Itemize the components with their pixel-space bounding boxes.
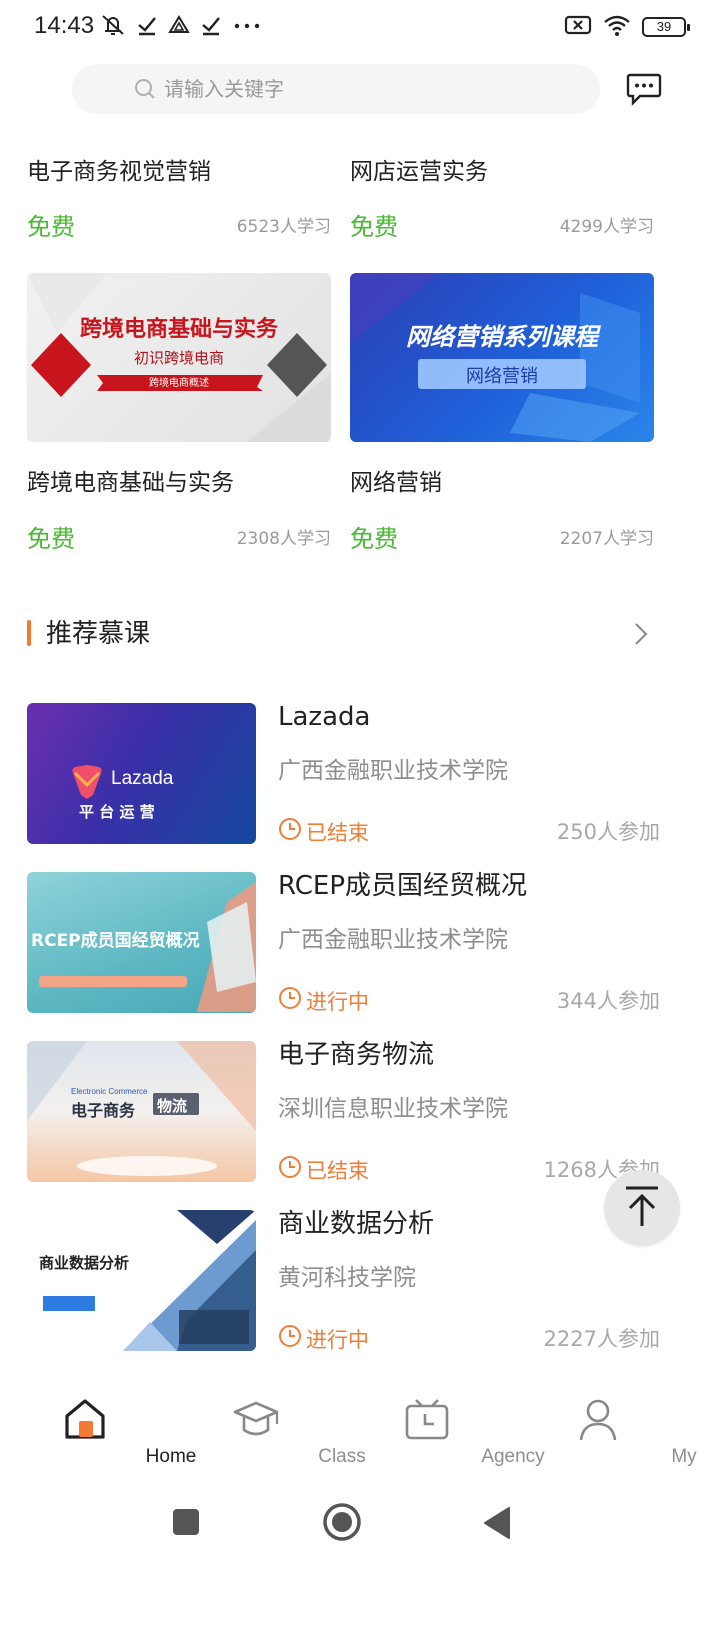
school-name: 广西金融职业技术学院 (278, 927, 508, 953)
clock-icon (278, 1324, 302, 1356)
tv-icon (404, 1396, 450, 1442)
thumb-headline: 跨境电商基础与实务 (79, 317, 278, 342)
section-title: 推荐慕课 (46, 619, 151, 649)
graduation-cap-icon (233, 1396, 279, 1442)
drive-icon (168, 14, 190, 40)
list-item[interactable]: Lazada 平 台 运 营 Lazada 广西金融职业技术学院 已结束 250… (27, 702, 660, 845)
status-left-icons (100, 12, 262, 42)
course-thumbnail: Electronic Commerce 电子商务 物流 (27, 1041, 256, 1182)
status-label: 进行中 (278, 986, 369, 1018)
course-thumbnail: 网络营销系列课程 网络营销 (350, 273, 654, 442)
course-meta: 免费 2308人学习 (27, 519, 331, 559)
status-text: 进行中 (306, 1328, 369, 1352)
chat-icon (626, 73, 662, 110)
learner-count: 2308人学习 (236, 529, 331, 549)
course-title: Lazada (278, 702, 371, 732)
user-icon (575, 1396, 621, 1442)
list-item[interactable]: 商业数据分析 商业数据分析 黄河科技学院 进行中 2227人参加 (27, 1209, 660, 1352)
clock-icon (278, 817, 302, 849)
system-nav-bar (0, 1490, 720, 1650)
course-meta: 免费 6523人学习 (27, 207, 331, 247)
search-input[interactable] (164, 77, 564, 101)
course-title: 电子商务视觉营销 (27, 159, 211, 185)
nav-item-agency[interactable]: Agency (342, 1380, 545, 1490)
price-label: 免费 (350, 213, 398, 241)
sim-off-icon (564, 13, 592, 41)
course-thumbnail: RCEP成员国经贸概况 (27, 872, 256, 1013)
course-title: 跨境电商基础与实务 (27, 470, 234, 496)
home-icon (62, 1396, 108, 1442)
thumb-subtitle: 网络营销 (466, 366, 538, 387)
price-label: 免费 (27, 525, 75, 553)
list-item[interactable]: Electronic Commerce 电子商务 物流 电子商务物流 深圳信息职… (27, 1040, 660, 1183)
section-header-recommended[interactable]: 推荐慕课 (27, 610, 654, 658)
check-icon (136, 14, 158, 40)
more-icon (232, 14, 262, 40)
section-accent-bar (27, 620, 31, 646)
search-bar[interactable] (72, 64, 600, 114)
thumb-headline: 电子商务 (71, 1101, 136, 1120)
status-time: 14:43 (34, 12, 95, 39)
status-label: 进行中 (278, 1324, 369, 1356)
nav-item-class[interactable]: Class (171, 1380, 366, 1490)
school-name: 广西金融职业技术学院 (278, 758, 508, 784)
list-item[interactable]: RCEP成员国经贸概况 RCEP成员国经贸概况 广西金融职业技术学院 进行中 3… (27, 871, 660, 1014)
status-text: 进行中 (306, 990, 369, 1014)
message-button[interactable] (626, 72, 662, 106)
search-icon (134, 78, 156, 104)
participant-count: 250人参加 (556, 820, 660, 844)
status-bar: 14:43 39 (0, 0, 720, 56)
wifi-icon (602, 13, 632, 41)
nav-label: My (671, 1446, 697, 1467)
price-label: 免费 (350, 525, 398, 553)
recent-apps-button[interactable] (172, 1508, 200, 1540)
course-title: 网店运营实务 (350, 159, 488, 185)
status-label: 已结束 (278, 1155, 369, 1187)
course-title: 网络营销 (350, 470, 442, 496)
course-title: 电子商务物流 (278, 1040, 435, 1070)
course-meta: 免费 4299人学习 (350, 207, 654, 247)
school-name: 黄河科技学院 (278, 1265, 416, 1291)
chevron-right-icon[interactable] (634, 622, 648, 650)
participant-count: 344人参加 (556, 989, 660, 1013)
check-icon (200, 14, 222, 40)
back-button[interactable] (482, 1506, 512, 1544)
thumb-headline: 商业数据分析 (39, 1254, 130, 1272)
course-thumbnail: 商业数据分析 (27, 1210, 256, 1351)
mute-icon (100, 13, 126, 41)
learner-count: 2207人学习 (559, 529, 654, 549)
battery-indicator: 39 (642, 17, 690, 37)
thumb-subtitle: 平 台 运 营 (79, 803, 155, 821)
clock-icon (278, 1155, 302, 1187)
thumb-headline: 网络营销系列课程 (406, 323, 598, 351)
status-text: 已结束 (306, 821, 369, 845)
course-meta: 免费 2207人学习 (350, 519, 654, 559)
course-title: RCEP成员国经贸概况 (278, 871, 528, 901)
thumb-subtitle: 物流 (157, 1097, 188, 1115)
thumb-brand: Lazada (111, 768, 174, 789)
learner-count: 6523人学习 (236, 217, 331, 237)
course-title: 商业数据分析 (278, 1209, 435, 1239)
nav-item-home[interactable]: Home (0, 1380, 196, 1490)
thumb-subtitle: 初识跨境电商 (133, 349, 224, 367)
back-to-top-button[interactable] (604, 1170, 680, 1246)
course-thumbnail: 跨境电商基础与实务 初识跨境电商 跨境电商概述 (27, 273, 331, 442)
nav-item-my[interactable]: My (513, 1380, 697, 1490)
status-right-icons: 39 (564, 12, 690, 42)
price-label: 免费 (27, 213, 75, 241)
thumb-ribbon: 跨境电商概述 (149, 378, 209, 389)
participant-count: 2227人参加 (543, 1327, 660, 1351)
thumb-eng-title: Electronic Commerce (71, 1087, 148, 1096)
learner-count: 4299人学习 (559, 217, 654, 237)
bottom-nav: Home Class Agency My (0, 1380, 720, 1490)
course-thumbnail: Lazada 平 台 运 营 (27, 703, 256, 844)
home-button[interactable] (322, 1502, 362, 1546)
arrow-up-icon (622, 1184, 662, 1232)
school-name: 深圳信息职业技术学院 (278, 1096, 508, 1122)
status-text: 已结束 (306, 1159, 369, 1183)
thumb-headline: RCEP成员国经贸概况 (31, 931, 200, 951)
status-label: 已结束 (278, 817, 369, 849)
clock-icon (278, 986, 302, 1018)
